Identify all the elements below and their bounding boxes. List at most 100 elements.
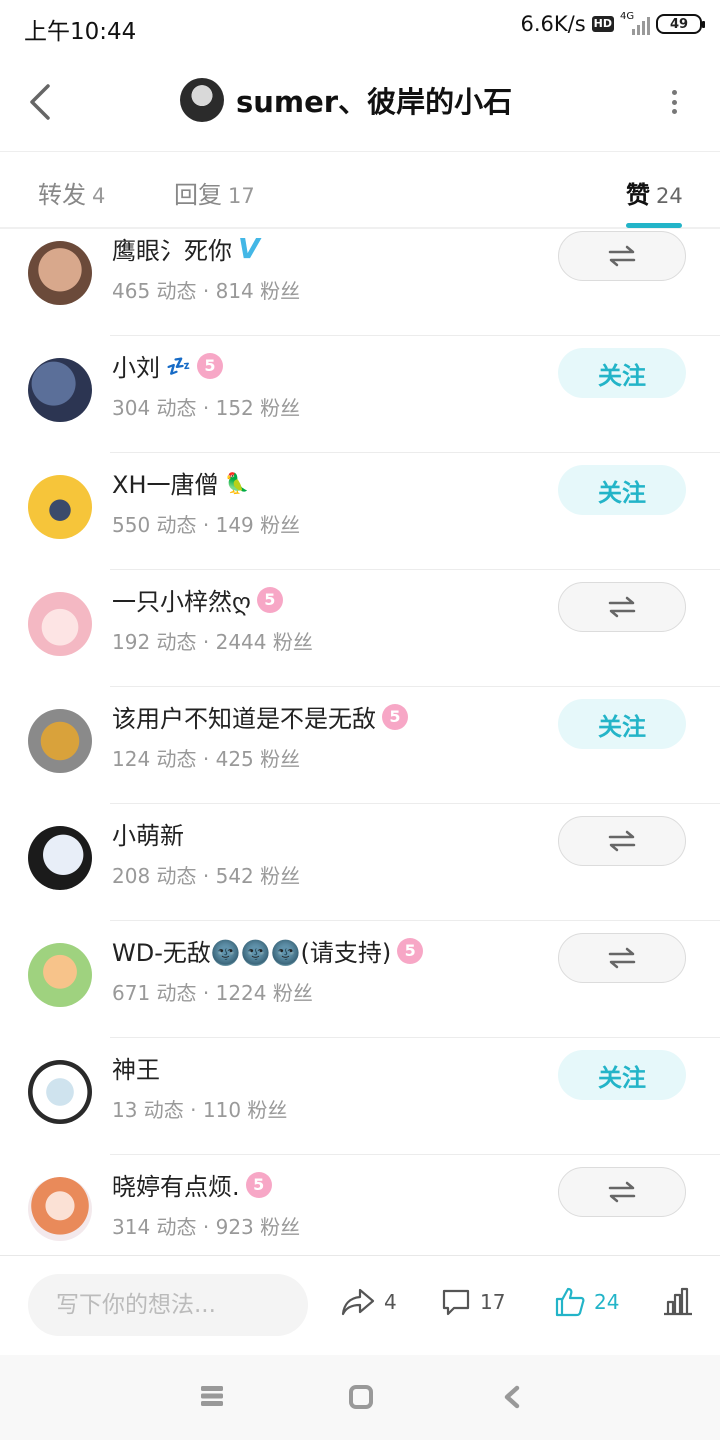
level-badge-icon: 5 <box>397 937 424 964</box>
page-title: sumer、彼岸的小石 <box>236 85 513 119</box>
back-button[interactable] <box>22 80 62 124</box>
user-stats: 465 动态 · 814 粉丝 <box>112 279 301 303</box>
status-indicators: 6.6K/s HD 4G 49 <box>520 11 705 36</box>
user-stats: 314 动态 · 923 粉丝 <box>112 1215 301 1239</box>
list-item[interactable]: 小萌新 208 动态 · 542 粉丝 <box>0 804 720 921</box>
avatar[interactable] <box>28 943 92 1007</box>
list-item[interactable]: WD-无敌🌚🌚🌚(请支持) 5 671 动态 · 1224 粉丝 <box>0 921 720 1038</box>
tab-active-indicator <box>626 223 682 228</box>
user-name: XH一唐僧 <box>112 471 219 499</box>
mutual-follow-button[interactable] <box>558 933 686 983</box>
user-name: WD-无敌🌚🌚🌚(请支持) <box>112 939 392 967</box>
avatar[interactable] <box>28 592 92 656</box>
mutual-follow-button[interactable] <box>558 1167 686 1217</box>
verified-icon: V <box>238 232 260 265</box>
tab-replies[interactable]: 回复 17 <box>174 175 255 210</box>
list-item[interactable]: 小刘 💤 5 304 动态 · 152 粉丝 关注 <box>0 336 720 453</box>
swap-arrows-icon <box>608 245 636 267</box>
menu-nav-button[interactable] <box>200 1385 224 1411</box>
comment-input[interactable]: 写下你的想法... <box>28 1274 308 1336</box>
follow-button[interactable]: 关注 <box>558 699 686 749</box>
title-group[interactable]: sumer、彼岸的小石 <box>180 78 512 122</box>
avatar[interactable] <box>28 1177 92 1241</box>
user-stats: 550 动态 · 149 粉丝 <box>112 513 301 537</box>
user-stats: 124 动态 · 425 粉丝 <box>112 747 301 771</box>
comment-count: 17 <box>480 1290 506 1314</box>
menu-icon <box>201 1386 223 1406</box>
avatar[interactable] <box>28 1060 92 1124</box>
status-time: 上午10:44 <box>24 19 137 45</box>
user-name: 小刘 <box>112 354 160 382</box>
comment-button[interactable]: 17 <box>440 1286 505 1318</box>
share-arrow-icon <box>341 1288 375 1316</box>
follow-button[interactable]: 关注 <box>558 1050 686 1100</box>
avatar[interactable] <box>28 709 92 773</box>
author-avatar[interactable] <box>180 78 224 122</box>
tab-reposts[interactable]: 转发 4 <box>38 175 105 210</box>
level-badge-icon: 5 <box>245 1171 272 1198</box>
home-square-icon <box>349 1385 373 1409</box>
status-bar: 上午10:44 6.6K/s HD 4G 49 <box>0 0 720 52</box>
battery-icon: 49 <box>656 14 705 34</box>
user-name: 鹰眼氵死你 <box>112 237 232 265</box>
comment-bubble-icon <box>442 1289 470 1316</box>
avatar[interactable] <box>28 826 92 890</box>
more-dots-icon <box>671 90 677 95</box>
follow-button[interactable]: 关注 <box>558 465 686 515</box>
list-item[interactable]: 神王 13 动态 · 110 粉丝 关注 <box>0 1038 720 1155</box>
user-stats: 208 动态 · 542 粉丝 <box>112 864 301 888</box>
battery-level: 49 <box>669 16 689 32</box>
tab-label: 转发 <box>38 181 86 209</box>
swap-arrows-icon <box>608 596 636 618</box>
avatar[interactable] <box>28 475 92 539</box>
list-item[interactable]: 晓婷有点烦. 5 314 动态 · 923 粉丝 <box>0 1155 720 1255</box>
list-item[interactable]: XH一唐僧 🦜 550 动态 · 149 粉丝 关注 <box>0 453 720 570</box>
level-badge-icon: 5 <box>256 586 283 613</box>
user-stats: 671 动态 · 1224 粉丝 <box>112 981 313 1005</box>
like-count: 24 <box>594 1290 620 1314</box>
tab-bar: 转发 4 回复 17 赞 24 <box>0 153 720 229</box>
like-button[interactable]: 24 <box>554 1286 619 1318</box>
mutual-follow-button[interactable] <box>558 582 686 632</box>
chevron-left-icon <box>30 84 50 120</box>
system-nav-bar <box>0 1355 720 1440</box>
thumbs-up-icon <box>555 1287 585 1317</box>
back-triangle-icon <box>504 1385 520 1409</box>
tab-count: 17 <box>228 184 255 208</box>
bar-chart-icon <box>664 1287 692 1316</box>
tab-count: 24 <box>656 184 683 208</box>
hd-icon: HD <box>591 16 614 32</box>
mutual-follow-button[interactable] <box>558 231 686 281</box>
avatar[interactable] <box>28 358 92 422</box>
tab-label: 赞 <box>626 181 650 209</box>
list-item[interactable]: 一只小梓然ღ 5 192 动态 · 2444 粉丝 <box>0 570 720 687</box>
title-bar: sumer、彼岸的小石 <box>0 52 720 152</box>
bottom-action-bar: 写下你的想法... 4 17 24 <box>0 1255 720 1355</box>
home-nav-button[interactable] <box>349 1385 373 1413</box>
user-name: 神王 <box>112 1056 160 1084</box>
user-stats: 192 动态 · 2444 粉丝 <box>112 630 313 654</box>
follow-button[interactable]: 关注 <box>558 348 686 398</box>
network-speed: 6.6K/s <box>520 12 586 36</box>
swap-arrows-icon <box>608 830 636 852</box>
stats-button[interactable] <box>662 1286 694 1316</box>
level-badge-icon: 5 <box>382 703 408 730</box>
more-button[interactable] <box>664 90 684 114</box>
user-stats: 304 动态 · 152 粉丝 <box>112 396 301 420</box>
sleep-emoji-icon: 💤 <box>166 353 191 378</box>
sticker-emoji-icon: 🦜 <box>224 470 250 495</box>
user-name: 一只小梓然ღ <box>112 588 251 616</box>
swap-arrows-icon <box>608 1181 636 1203</box>
mutual-follow-button[interactable] <box>558 816 686 866</box>
share-button[interactable]: 4 <box>340 1286 397 1318</box>
user-stats: 13 动态 · 110 粉丝 <box>112 1098 288 1122</box>
list-item[interactable]: 该用户不知道是不是无敌 5 124 动态 · 425 粉丝 关注 <box>0 687 720 804</box>
tab-likes[interactable]: 赞 24 <box>626 175 683 210</box>
signal-icon: 4G <box>620 11 650 35</box>
tab-label: 回复 <box>174 181 222 209</box>
level-badge-icon: 5 <box>196 352 223 379</box>
liker-list[interactable]: 鹰眼氵死你 V 465 动态 · 814 粉丝 小刘 💤 5 304 动态 · 152… <box>0 231 720 1255</box>
back-nav-button[interactable] <box>502 1385 522 1413</box>
avatar[interactable] <box>28 241 92 305</box>
list-item[interactable]: 鹰眼氵死你 V 465 动态 · 814 粉丝 <box>0 231 720 336</box>
